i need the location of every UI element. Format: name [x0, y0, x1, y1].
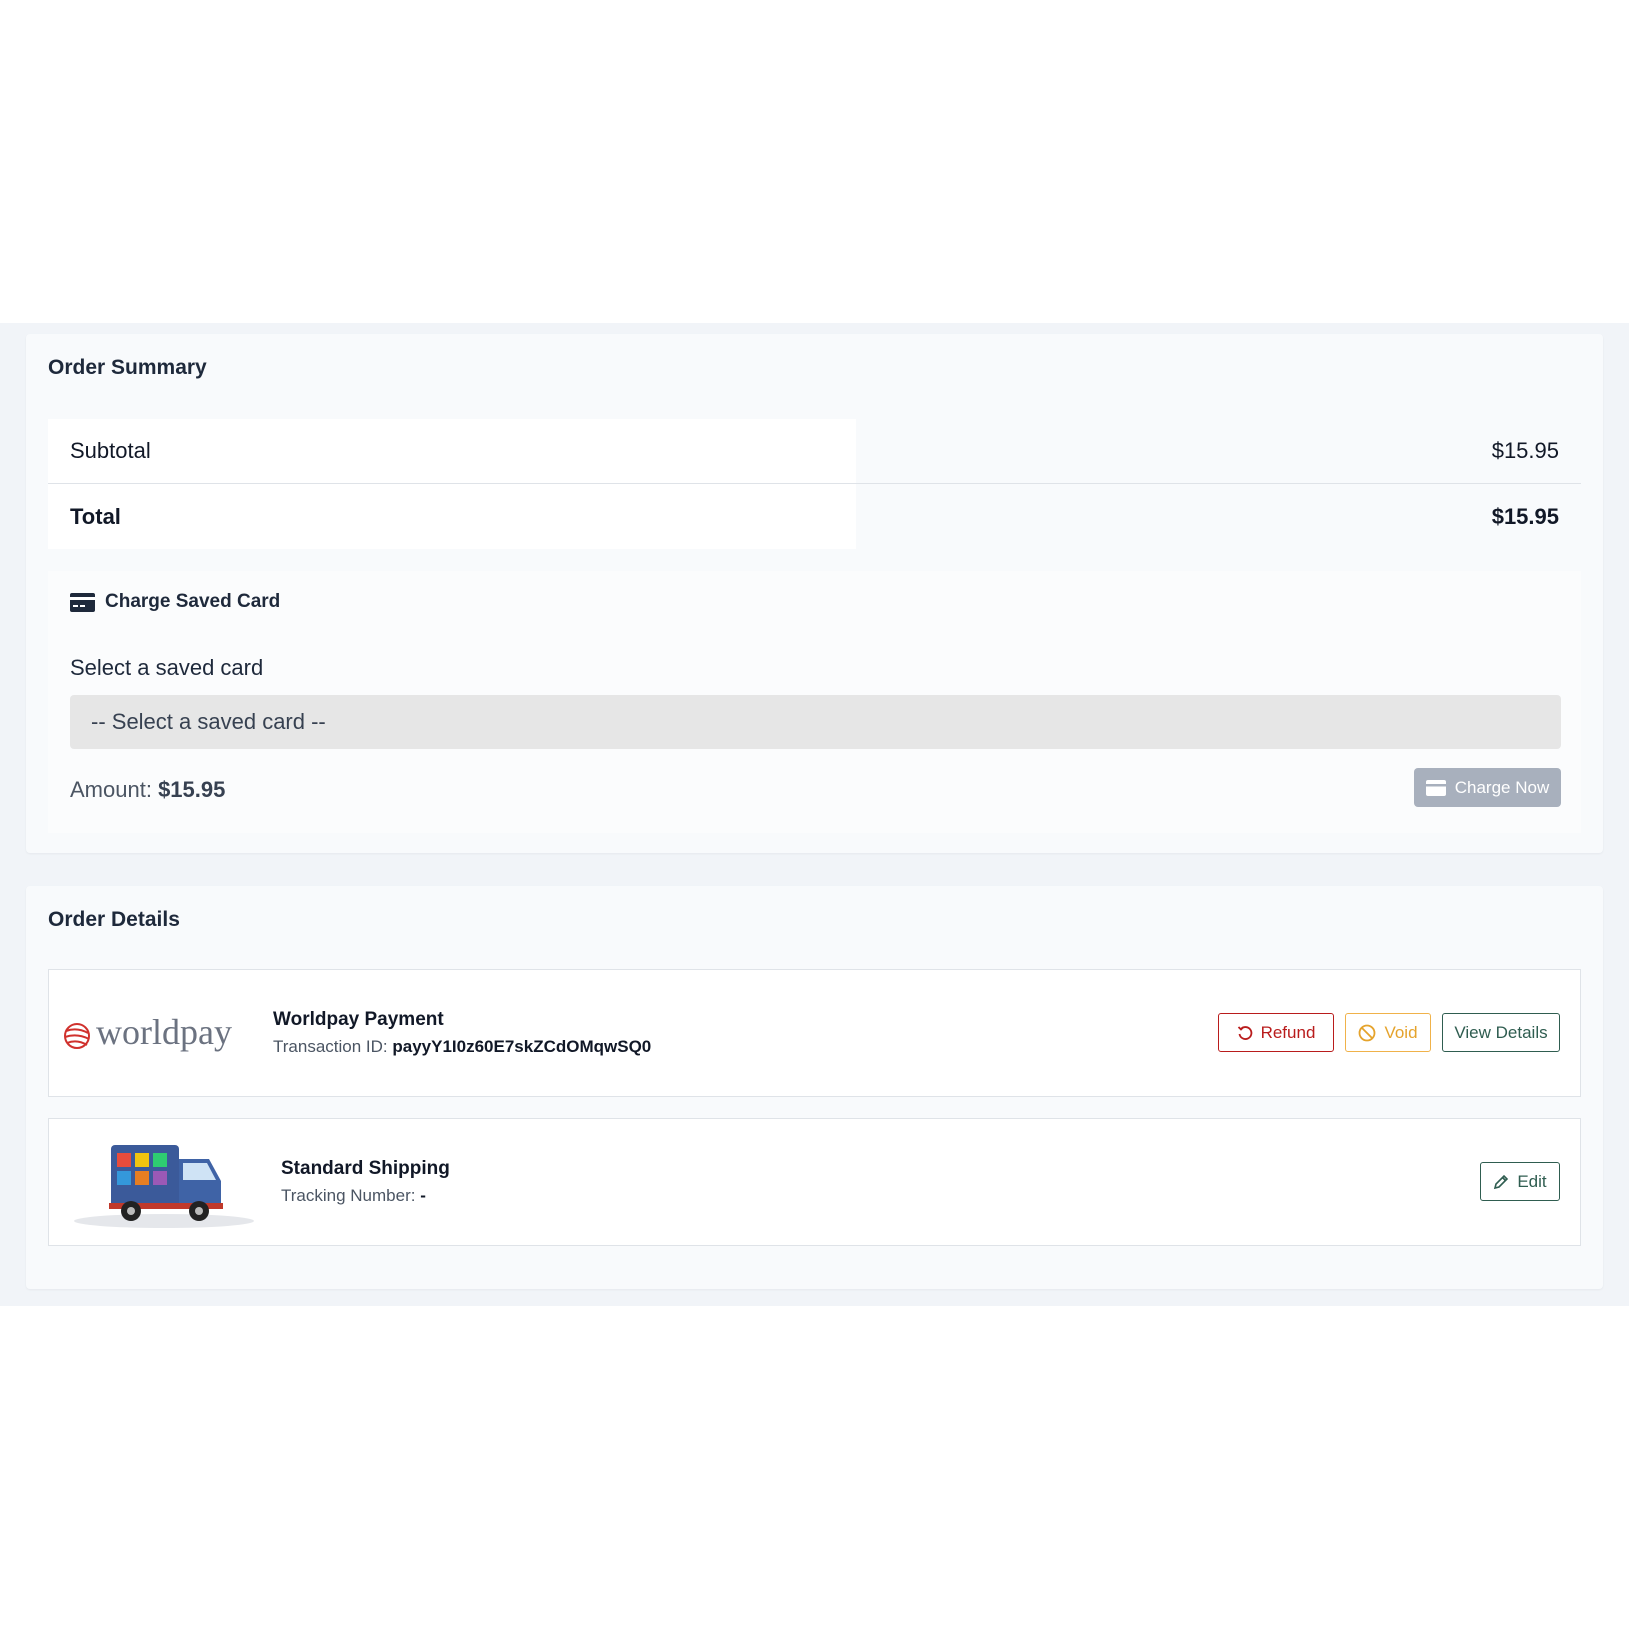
amount-display: Amount: $15.95: [70, 777, 225, 803]
order-details-title: Order Details: [48, 908, 180, 931]
shipping-info: Standard Shipping Tracking Number: -: [281, 1158, 450, 1206]
amount-label: Amount:: [70, 777, 152, 802]
subtotal-value: $15.95: [1491, 438, 1559, 463]
transaction-id-value: payyY1I0z60E7skZCdOMqwSQ0: [392, 1037, 652, 1056]
summary-row-total: Total $15.95: [48, 484, 1581, 549]
svg-text:worldpay: worldpay: [96, 1014, 232, 1052]
tracking-number: Tracking Number: -: [281, 1186, 450, 1206]
pencil-icon: [1494, 1174, 1509, 1189]
order-summary-title: Order Summary: [48, 356, 207, 379]
tracking-number-value: -: [420, 1186, 426, 1205]
credit-card-icon: [1425, 779, 1446, 796]
payment-row: worldpay Worldpay Payment Transaction ID…: [48, 969, 1581, 1097]
order-summary-card: Order Summary Subtotal $15.95 Total $15.…: [26, 334, 1603, 853]
edit-shipping-button[interactable]: Edit: [1480, 1162, 1560, 1201]
select-card-label: Select a saved card: [70, 655, 264, 680]
void-button[interactable]: Void: [1345, 1013, 1431, 1052]
transaction-id-label: Transaction ID:: [273, 1037, 388, 1056]
charge-now-button[interactable]: Charge Now: [1414, 768, 1561, 807]
charge-now-label: Charge Now: [1454, 777, 1550, 797]
worldpay-logo: worldpay: [64, 1014, 232, 1052]
void-label: Void: [1384, 1022, 1418, 1042]
payment-info: Worldpay Payment Transaction ID: payyY1I…: [273, 1009, 651, 1057]
payment-title: Worldpay Payment: [273, 1009, 444, 1030]
total-value: $15.95: [1491, 503, 1559, 529]
amount-value: $15.95: [158, 777, 226, 802]
credit-card-icon: [70, 592, 95, 612]
refund-label: Refund: [1260, 1022, 1316, 1042]
refund-button[interactable]: Refund: [1218, 1013, 1334, 1052]
view-details-label: View Details: [1454, 1022, 1548, 1042]
saved-card-select[interactable]: -- Select a saved card --: [70, 695, 1561, 749]
charge-saved-card-title: Charge Saved Card: [105, 591, 281, 612]
transaction-id: Transaction ID: payyY1I0z60E7skZCdOMqwSQ…: [273, 1037, 651, 1057]
edit-label: Edit: [1517, 1171, 1547, 1191]
summary-label-cell: Subtotal: [48, 419, 856, 483]
summary-table: Subtotal $15.95 Total $15.95: [48, 419, 1581, 549]
undo-icon: [1237, 1025, 1252, 1040]
charge-saved-card-panel: Charge Saved Card Select a saved card --…: [48, 571, 1581, 833]
delivery-truck-icon: [74, 1145, 254, 1228]
summary-label-cell: Total: [48, 484, 856, 549]
subtotal-label: Subtotal: [70, 438, 151, 463]
ban-icon: [1359, 1024, 1376, 1041]
charge-saved-card-header: Charge Saved Card: [70, 591, 280, 613]
shipping-title: Standard Shipping: [281, 1158, 450, 1179]
shipping-row: Standard Shipping Tracking Number: - Edi…: [48, 1118, 1581, 1246]
tracking-number-label: Tracking Number:: [281, 1186, 416, 1205]
total-label: Total: [70, 503, 121, 529]
summary-row-subtotal: Subtotal $15.95: [48, 419, 1581, 484]
view-details-button[interactable]: View Details: [1442, 1013, 1560, 1052]
order-details-card: Order Details worldpay Worldpay Payment …: [26, 886, 1603, 1289]
